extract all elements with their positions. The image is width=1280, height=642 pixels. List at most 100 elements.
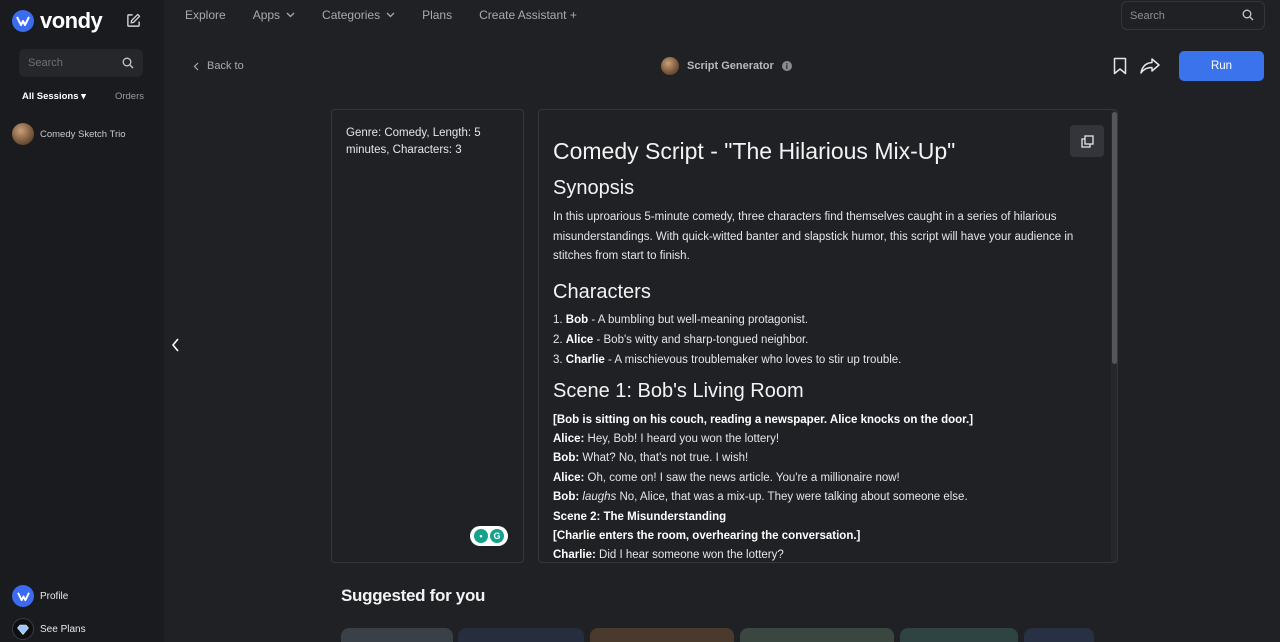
synopsis-text: In this uproarious 5-minute comedy, thre… (553, 211, 1074, 262)
session-tabs: All Sessions ▾ Orders (22, 91, 144, 102)
session-label: Comedy Sketch Trio (40, 128, 126, 140)
logo-text: vondy (40, 8, 103, 33)
list-item: 2. Alice - Bob's witty and sharp-tongued… (553, 330, 1101, 350)
list-item: 3. Charlie - A mischievous troublemaker … (553, 350, 1101, 370)
line-text: Oh, come on! I saw the news article. You… (584, 471, 900, 484)
output-scrollbar[interactable] (1111, 110, 1117, 562)
top-nav: Explore Apps Categories Plans Create Ass… (185, 8, 604, 22)
nav-plans[interactable]: Plans (422, 8, 452, 22)
page-title: Script Generator (687, 60, 774, 72)
logo[interactable]: vondy (12, 8, 103, 34)
see-plans-link[interactable]: See Plans (12, 618, 86, 640)
dialogue-line: Bob: laughs No, Alice, that was a mix-up… (553, 488, 1101, 507)
profile-label: Profile (40, 590, 69, 602)
session-avatar (12, 123, 34, 145)
nav-create-assistant-label: Create Assistant + (479, 8, 577, 22)
bookmark-icon[interactable] (1112, 57, 1128, 80)
nav-create-assistant[interactable]: Create Assistant + (479, 8, 577, 22)
stage-direction: [Charlie enters the room, overhearing th… (553, 527, 1101, 546)
nav-apps-label: Apps (252, 8, 281, 22)
suggested-heading: Suggested for you (341, 586, 486, 605)
characters-heading: Characters (553, 280, 651, 303)
speaker: Bob: (553, 491, 580, 504)
list-number: 2. (553, 333, 566, 346)
run-button[interactable]: Run (1179, 51, 1264, 81)
character-name: Alice (565, 333, 594, 346)
input-text[interactable]: Genre: Comedy, Length: 5 minutes, Charac… (346, 125, 512, 159)
line-text: Did I hear someone won the lottery? (595, 549, 784, 562)
nav-categories-label: Categories (322, 8, 381, 22)
info-icon[interactable]: i (781, 61, 792, 71)
speaker: Charlie: (553, 549, 596, 562)
dialogue-line: Alice: Oh, come on! I saw the news artic… (553, 469, 1101, 488)
scrollbar-thumb[interactable] (1112, 112, 1117, 364)
top-search-input[interactable] (1122, 2, 1236, 29)
profile-link[interactable]: Profile (12, 585, 68, 607)
list-number: 1. (553, 313, 566, 326)
suggested-card[interactable] (590, 628, 734, 642)
list-number: 3. (553, 353, 566, 366)
search-icon[interactable] (1242, 9, 1254, 21)
suggested-card[interactable] (900, 628, 1018, 642)
character-desc: - Bob's witty and sharp-tongued neighbor… (593, 333, 809, 346)
character-name: Bob (565, 313, 589, 326)
speaker: Bob: (553, 452, 580, 465)
assistant-avatar (661, 57, 679, 75)
script-title: Comedy Script - "The Hilarious Mix-Up" (553, 138, 956, 164)
grammarly-widget[interactable]: • G (470, 526, 508, 546)
copy-icon (1080, 134, 1094, 148)
chevron-down-icon (286, 12, 295, 18)
dialogue-line: Charlie: Did I hear someone won the lott… (553, 546, 1101, 562)
line-text: Hey, Bob! I heard you won the lottery! (584, 432, 780, 445)
sidebar: vondy All Sessions ▾ Orders Comedy Sketc… (0, 0, 164, 642)
dialogue-line: Bob: What? No, that's not true. I wish! (553, 449, 1101, 468)
characters-list: 1. Bob - A bumbling but well-meaning pro… (553, 310, 1101, 370)
collapse-panel-icon[interactable] (170, 337, 180, 358)
back-label: Back to (207, 60, 244, 72)
synopsis-heading: Synopsis (553, 177, 635, 199)
line-text: What? No, that's not true. I wish! (579, 452, 749, 465)
action-text: laughs (582, 491, 617, 504)
character-desc: - A mischievous troublemaker who loves t… (604, 353, 902, 366)
back-button[interactable]: Back to (193, 60, 244, 72)
see-plans-label: See Plans (40, 623, 86, 635)
nav-apps[interactable]: Apps (253, 8, 295, 22)
list-item: 1. Bob - A bumbling but well-meaning pro… (553, 310, 1101, 330)
input-panel: Genre: Comedy, Length: 5 minutes, Charac… (331, 109, 524, 563)
output-content: Comedy Script - "The Hilarious Mix-Up" S… (553, 110, 1101, 563)
new-session-icon[interactable] (124, 11, 142, 29)
top-search (1121, 1, 1265, 30)
sidebar-search-input[interactable] (19, 49, 119, 77)
stage-direction: [Bob is sitting on his couch, reading a … (553, 411, 1101, 430)
character-desc: - A bumbling but well-meaning protagonis… (588, 313, 809, 326)
nav-categories[interactable]: Categories (322, 8, 395, 22)
share-icon[interactable] (1139, 57, 1161, 80)
suggested-card[interactable] (740, 628, 894, 642)
copy-button[interactable] (1070, 125, 1104, 157)
line-text: No, Alice, that was a mix-up. They were … (616, 491, 968, 504)
tab-all-sessions[interactable]: All Sessions ▾ (22, 91, 86, 102)
nav-explore[interactable]: Explore (185, 8, 226, 22)
tab-all-sessions-label: All Sessions (22, 91, 79, 102)
suggested-card[interactable] (341, 628, 453, 642)
sidebar-search (19, 49, 143, 77)
session-item[interactable]: Comedy Sketch Trio (12, 123, 126, 145)
bulb-icon: • (474, 529, 488, 543)
stage-direction-text: [Charlie enters the room, overhearing th… (553, 529, 861, 542)
tab-orders[interactable]: Orders (115, 91, 144, 102)
chevron-left-icon (193, 62, 199, 70)
scene-heading: Scene 1: Bob's Living Room (553, 379, 804, 402)
output-panel: Comedy Script - "The Hilarious Mix-Up" S… (538, 109, 1118, 563)
speaker: Alice: (553, 432, 585, 445)
profile-icon (12, 585, 34, 607)
diamond-icon (12, 618, 34, 640)
grammarly-icon: G (490, 529, 504, 543)
search-icon[interactable] (122, 57, 134, 69)
dialogue: [Bob is sitting on his couch, reading a … (553, 411, 1101, 563)
nav-explore-label: Explore (185, 8, 226, 22)
speaker: Alice: (553, 471, 585, 484)
suggested-card[interactable] (458, 628, 584, 642)
suggested-card[interactable] (1024, 628, 1094, 642)
nav-plans-label: Plans (422, 8, 453, 22)
chevron-down-icon: ▾ (81, 91, 86, 102)
